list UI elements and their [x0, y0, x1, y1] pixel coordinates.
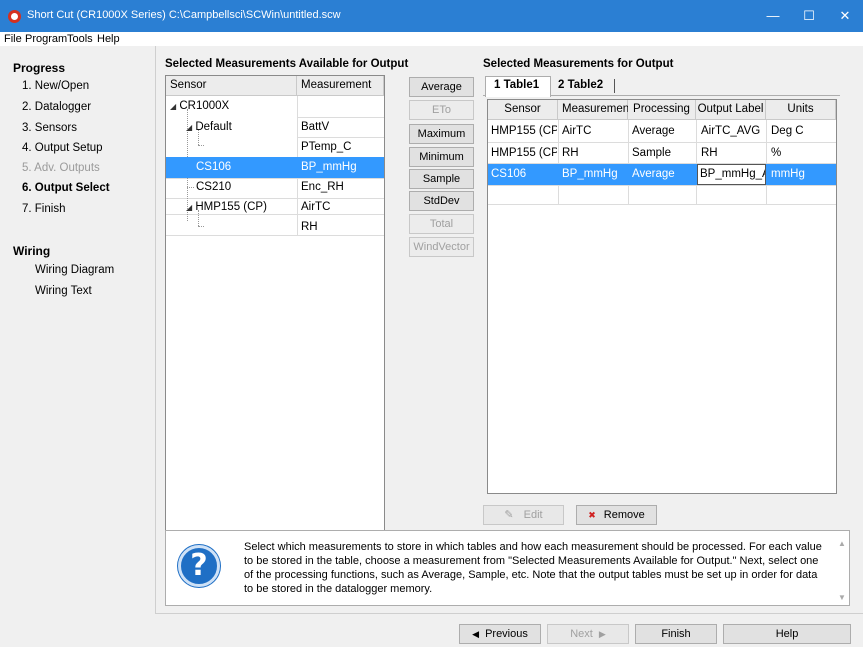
available-col-measurement[interactable]: Measurement [297, 76, 384, 96]
close-button[interactable]: ✕ [827, 0, 863, 32]
help-question-icon: ? [178, 545, 220, 587]
scroll-down-icon[interactable]: ▼ [838, 593, 846, 602]
app-logo-icon [8, 10, 21, 23]
average-button[interactable]: Average [409, 77, 474, 97]
output-grid: Sensor Measurement Processing Output Lab… [487, 99, 837, 494]
help-text: Select which measurements to store in wh… [244, 541, 822, 595]
output-row1-processing[interactable]: Average [632, 121, 694, 142]
output-row2-units[interactable]: % [771, 143, 835, 164]
available-col-sensor[interactable]: Sensor [166, 76, 297, 96]
output-row3-units[interactable]: mmHg [771, 164, 835, 185]
output-col-sensor[interactable]: Sensor [488, 100, 558, 120]
available-heading: Selected Measurements Available for Outp… [165, 58, 409, 70]
available-grid: Sensor Measurement ◢ CR1000X ◢ Default B… [165, 75, 385, 593]
measurement-rh[interactable]: RH [301, 217, 383, 238]
help-box: ? Select which measurements to store in … [165, 530, 850, 606]
output-row1-measurement[interactable]: AirTC [562, 121, 626, 142]
step-sensors[interactable]: 3. Sensors [22, 122, 77, 134]
measurement-airtc[interactable]: AirTC [301, 197, 383, 218]
tree-node-hmp155[interactable]: ◢ HMP155 (CP) [186, 197, 296, 218]
maximize-button[interactable]: ☐ [791, 0, 827, 32]
help-button[interactable]: Help [723, 624, 851, 644]
output-heading: Selected Measurements for Output [483, 58, 674, 70]
progress-title: Progress [13, 61, 66, 75]
menu-file[interactable]: File [4, 33, 22, 45]
progress-panel: Progress 1. New/Open 2. Datalogger 3. Se… [0, 46, 155, 647]
output-col-units[interactable]: Units [766, 100, 836, 120]
minimum-button[interactable]: Minimum [409, 147, 474, 167]
scroll-up-icon[interactable]: ▲ [838, 539, 846, 548]
tab-table1[interactable]: 1 Table1 [494, 79, 539, 91]
title-bar: Short Cut (CR1000X Series) C:\Campbellsc… [0, 0, 863, 32]
output-row3-processing[interactable]: Average [632, 164, 694, 185]
windvector-button[interactable]: WindVector [409, 237, 474, 257]
output-row3-sensor[interactable]: CS106 [491, 164, 557, 185]
output-row2-label[interactable]: RH [701, 143, 765, 164]
sample-button[interactable]: Sample [409, 169, 474, 189]
remove-button[interactable]: ✖ Remove [576, 505, 657, 525]
collapse-triangle-icon[interactable]: ◢ [186, 203, 192, 212]
menu-bar: File Program Tools Help [0, 32, 863, 46]
output-col-label[interactable]: Output Label [696, 100, 766, 120]
tree-node-default[interactable]: ◢ Default [186, 117, 296, 138]
output-row3-measurement[interactable]: BP_mmHg [562, 164, 626, 185]
menu-help[interactable]: Help [97, 33, 120, 45]
collapse-triangle-icon[interactable]: ◢ [170, 102, 176, 111]
output-row2-sensor[interactable]: HMP155 (CP) [491, 143, 557, 164]
step-output-select[interactable]: 6. Output Select [22, 182, 110, 194]
maximum-button[interactable]: Maximum [409, 124, 474, 144]
remove-x-icon: ✖ [588, 510, 596, 520]
wiring-text-link[interactable]: Wiring Text [35, 285, 92, 297]
output-row1-sensor[interactable]: HMP155 (CP) [491, 121, 557, 142]
step-adv-outputs: 5. Adv. Outputs [22, 162, 100, 174]
step-new-open[interactable]: 1. New/Open [22, 80, 89, 92]
measurement-bp-mmhg[interactable]: BP_mmHg [301, 157, 383, 178]
minimize-button[interactable]: — [755, 0, 791, 32]
measurement-ptemp-c[interactable]: PTemp_C [301, 137, 383, 158]
step-finish[interactable]: 7. Finish [22, 203, 65, 215]
menu-program[interactable]: Program [25, 33, 67, 45]
tab-table2[interactable]: 2 Table2 [558, 79, 603, 91]
sensor-cs210[interactable]: CS210 [196, 177, 294, 198]
pencil-icon: ✎ [504, 509, 514, 521]
output-col-measurement[interactable]: Measurement [558, 100, 632, 120]
window-title: Short Cut (CR1000X Series) C:\Campbellsc… [27, 9, 341, 21]
finish-button[interactable]: Finish [635, 624, 717, 644]
output-row1-units[interactable]: Deg C [771, 121, 835, 142]
eto-button[interactable]: ETo [409, 100, 474, 120]
collapse-triangle-icon[interactable]: ◢ [186, 123, 192, 132]
stddev-button[interactable]: StdDev [409, 191, 474, 211]
total-button[interactable]: Total [409, 214, 474, 234]
sensor-cs106[interactable]: CS106 [196, 157, 294, 178]
step-datalogger[interactable]: 2. Datalogger [22, 101, 91, 113]
output-row2-processing[interactable]: Sample [632, 143, 694, 164]
output-col-processing[interactable]: Processing [628, 100, 696, 120]
output-row1-label[interactable]: AirTC_AVG [701, 121, 765, 142]
menu-tools[interactable]: Tools [67, 33, 93, 45]
back-arrow-icon: ◀ [472, 629, 480, 639]
wiring-diagram-link[interactable]: Wiring Diagram [35, 264, 114, 276]
tree-node-cr1000x[interactable]: ◢ CR1000X [170, 96, 296, 117]
output-row2-measurement[interactable]: RH [562, 143, 626, 164]
forward-arrow-icon: ▶ [598, 629, 606, 639]
edit-button[interactable]: ✎ Edit [483, 505, 564, 525]
output-label-edit-field[interactable]: BP_mmHg_AVG [697, 164, 766, 185]
measurement-battv[interactable]: BattV [301, 117, 383, 138]
step-output-setup[interactable]: 4. Output Setup [22, 142, 103, 154]
previous-button[interactable]: ◀ Previous [459, 624, 541, 644]
wiring-title: Wiring [13, 244, 51, 258]
measurement-enc-rh[interactable]: Enc_RH [301, 177, 383, 198]
next-button[interactable]: Next ▶ [547, 624, 629, 644]
